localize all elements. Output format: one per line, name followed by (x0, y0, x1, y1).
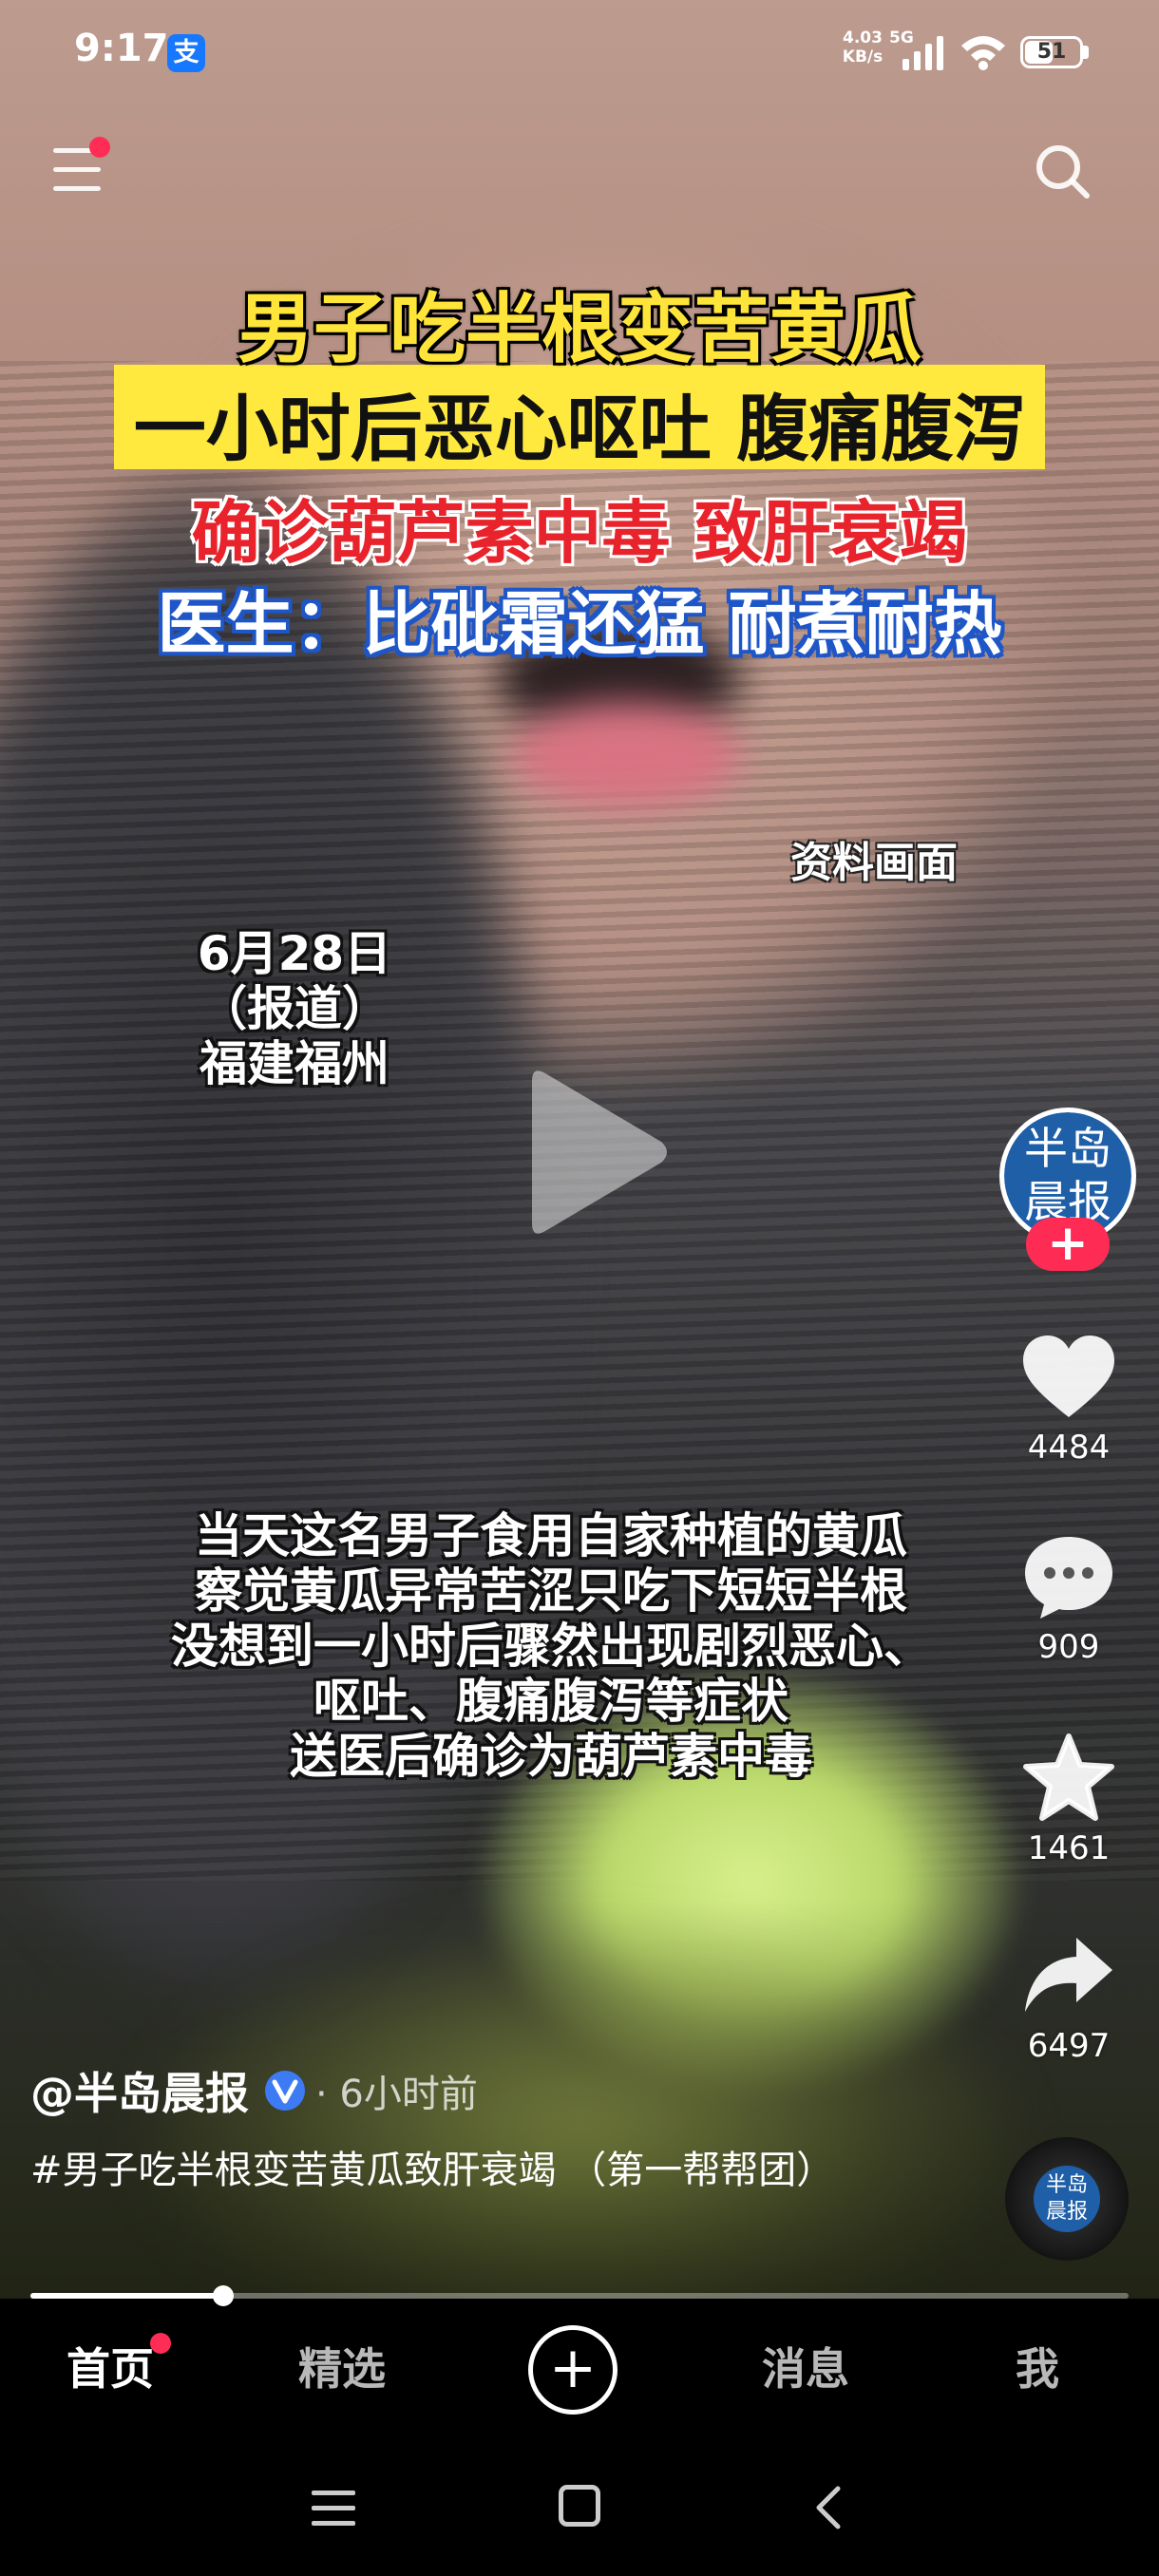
status-bar: 9:17 支 4.03 KB/s 5G 51 (0, 0, 1159, 104)
system-nav-bar (0, 2432, 1159, 2576)
video-player[interactable]: 男子吃半根变苦黄瓜 一小时后恶心呕吐 腹痛腹泻 确诊葫芦素中毒 致肝衰竭 医生：… (0, 0, 1159, 2299)
subtitle-line: 呕吐、腹痛腹泻等症状 (314, 1674, 788, 1729)
author-name[interactable]: @半岛晨报 (30, 2059, 249, 2122)
video-progress-fill (30, 2293, 224, 2299)
recent-apps-bar (312, 2506, 355, 2510)
follow-button[interactable]: + (1026, 1218, 1110, 1271)
network-speed-unit: KB/s (842, 47, 884, 66)
comment-button[interactable]: 909 (1007, 1533, 1130, 1666)
like-button[interactable]: 4484 (1007, 1334, 1130, 1467)
verified-icon (265, 2071, 305, 2111)
share-button[interactable]: 6497 (1007, 1932, 1130, 2065)
post-time: · 6小时前 (315, 2073, 478, 2116)
menu-icon-bar (53, 186, 101, 191)
create-button[interactable]: + (528, 2325, 618, 2415)
share-icon (1025, 1938, 1112, 2012)
network-speed-value: 4.03 (843, 28, 883, 47)
network-speed: 4.03 KB/s (834, 28, 891, 66)
comment-icon (1025, 1537, 1112, 1619)
back-icon[interactable] (809, 2485, 847, 2530)
play-icon[interactable] (513, 1062, 674, 1242)
battery-cap (1083, 46, 1089, 59)
menu-notification-dot (89, 137, 110, 158)
headline-line-2: 一小时后恶心呕吐 腹痛腹泻 (133, 387, 1026, 471)
battery-level: 51 (1036, 40, 1067, 64)
disc-text: 晨报 (1045, 2200, 1088, 2224)
recent-apps-icon[interactable] (312, 2489, 355, 2527)
video-progress-bar[interactable] (30, 2285, 1129, 2306)
nav-messages[interactable]: 消息 (720, 2335, 891, 2397)
nav-featured[interactable]: 精选 (256, 2335, 428, 2397)
favorite-button[interactable]: 1461 (1007, 1733, 1130, 1867)
post-caption[interactable]: #男子吃半根变苦黄瓜致肝衰竭 （第一帮帮团） (30, 2141, 885, 2200)
like-count: 4484 (1027, 1429, 1111, 1467)
status-time: 9:17 (74, 27, 169, 70)
video-progress-handle[interactable] (213, 2285, 235, 2306)
heart-icon (1023, 1335, 1114, 1417)
subtitle-line: 送医后确诊为葫芦素中毒 (290, 1729, 812, 1784)
home-icon[interactable] (559, 2485, 600, 2527)
author-row: @半岛晨报 · 6小时前 (30, 2057, 478, 2124)
headline-line-3: 确诊葫芦素中毒 致肝衰竭 (191, 493, 968, 573)
favorite-count: 1461 (1027, 1829, 1111, 1867)
music-disc-logo: 半岛 晨报 (1034, 2166, 1100, 2232)
video-date-location: 6月28日 （报道） 福建福州 (180, 926, 408, 1091)
recent-apps-bar (312, 2491, 355, 2495)
location-line: 福建福州 (200, 1036, 390, 1091)
recent-apps-bar (312, 2521, 355, 2526)
subtitle-line: 没想到一小时后骤然出现剧烈恶心、 (171, 1619, 931, 1674)
bottom-nav: 首页 精选 + 消息 我 (0, 2308, 1159, 2432)
subtitle-line: 察觉黄瓜异常苦涩只吃下短短半根 (195, 1563, 907, 1619)
date-line: 6月28日 (197, 926, 392, 981)
headline-line-1: 男子吃半根变苦黄瓜 (238, 285, 922, 373)
archive-footage-label: 资料画面 (790, 839, 958, 887)
battery-icon: 51 (1020, 36, 1083, 68)
search-icon[interactable] (1032, 141, 1092, 201)
star-icon (1023, 1733, 1114, 1821)
video-subtitles: 当天这名男子食用自家种植的黄瓜 察觉黄瓜异常苦涩只吃下短短半根 没想到一小时后骤… (114, 1508, 988, 1784)
comment-count: 909 (1037, 1628, 1100, 1666)
signal-icon (902, 36, 943, 70)
video-frame-tongue (513, 703, 741, 807)
menu-icon-bar (53, 167, 101, 172)
report-line: （报道） (200, 981, 390, 1036)
subtitle-line: 当天这名男子食用自家种植的黄瓜 (195, 1508, 907, 1563)
disc-text: 半岛 (1045, 2173, 1088, 2197)
share-count: 6497 (1027, 2027, 1111, 2065)
nav-home-notification-dot (150, 2333, 171, 2354)
avatar-text: 半岛 (1024, 1123, 1112, 1174)
alipay-notification-icon: 支 (167, 34, 205, 72)
wifi-icon (961, 36, 1005, 70)
headline-line-4: 医生：比砒霜还猛 耐煮耐热 (157, 584, 1002, 664)
nav-me[interactable]: 我 (952, 2335, 1123, 2397)
music-disc[interactable]: 半岛 晨报 (1005, 2137, 1129, 2261)
